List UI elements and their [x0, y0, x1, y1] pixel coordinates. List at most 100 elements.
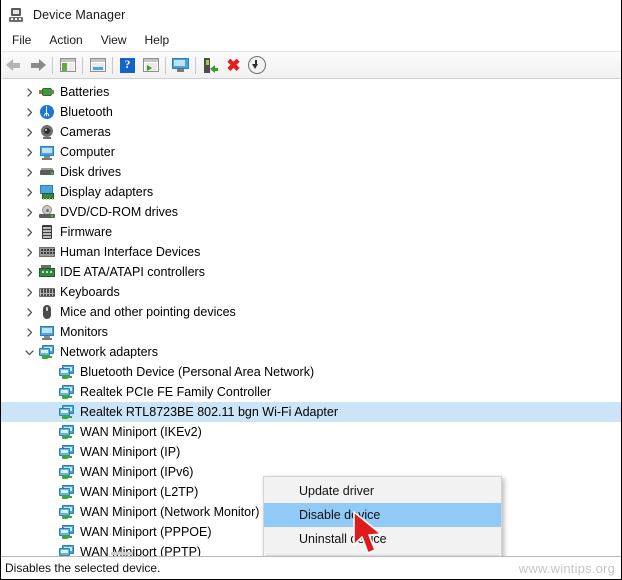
monitor-icon — [39, 324, 55, 340]
menu-action[interactable]: Action — [40, 31, 91, 49]
tree-item-icon — [58, 404, 75, 420]
back-button[interactable] — [3, 54, 26, 77]
camera-icon — [39, 124, 55, 140]
horizontal-scrollbar-thumb[interactable] — [111, 552, 133, 555]
chevron-right-icon[interactable] — [21, 227, 38, 237]
status-text: Disables the selected device. — [5, 561, 161, 575]
tree-item[interactable]: Disk drives — [1, 162, 621, 182]
properties-window-icon — [89, 58, 106, 72]
console-tree-icon — [59, 58, 76, 72]
tree-item[interactable]: Network adapters — [1, 342, 621, 362]
update-driver-icon — [203, 57, 218, 73]
chevron-right-icon[interactable] — [21, 307, 38, 317]
context-menu[interactable]: Update driver Disable device Uninstall d… — [263, 476, 502, 556]
show-hide-action-pane-button[interactable] — [139, 54, 162, 77]
menu-file[interactable]: File — [3, 31, 40, 49]
keyboard-icon — [38, 284, 55, 300]
hid-icon — [38, 244, 55, 260]
tree-item[interactable]: Batteries — [1, 82, 621, 102]
tree-item-label: Monitors — [60, 324, 108, 339]
tree-item[interactable]: ᛦ Bluetooth — [1, 102, 621, 122]
red-x-icon: ✖ — [226, 55, 241, 75]
display-adapter-icon — [39, 184, 55, 200]
network-adapter-icon — [58, 524, 75, 540]
bluetooth-icon: ᛦ — [39, 104, 55, 120]
tree-item-icon — [38, 124, 55, 140]
tree-item[interactable]: IDE ATA/ATAPI controllers — [1, 262, 621, 282]
watermark-text: www.wintips.org — [518, 560, 615, 576]
toolbar-separator — [112, 56, 113, 74]
update-driver-button[interactable] — [199, 54, 222, 77]
chevron-right-icon[interactable] — [21, 167, 38, 177]
tree-item-label: IDE ATA/ATAPI controllers — [60, 264, 205, 279]
window-title: Device Manager — [33, 7, 126, 22]
mouse-icon — [39, 304, 55, 320]
scan-for-hardware-changes-button[interactable] — [169, 54, 192, 77]
tree-item-label: Display adapters — [60, 184, 154, 199]
tree-item-icon — [58, 424, 75, 440]
context-menu-item-disable-device[interactable]: Disable device — [264, 503, 501, 527]
device-tree-area[interactable]: Batteries ᛦ Bluetooth Cameras Computer Disk d… — [1, 79, 621, 556]
tree-item[interactable]: Mice and other pointing devices — [1, 302, 621, 322]
tree-item-label: Realtek PCIe FE Family Controller — [80, 384, 272, 399]
network-adapter-icon — [38, 344, 55, 360]
tree-item[interactable]: Display adapters — [1, 182, 621, 202]
tree-item-icon — [58, 484, 75, 500]
context-menu-item-uninstall-device[interactable]: Uninstall device — [264, 527, 501, 551]
tree-item[interactable]: WAN Miniport (IKEv2) — [1, 422, 621, 442]
back-arrow-icon — [6, 58, 23, 72]
tree-item[interactable]: WAN Miniport (IP) — [1, 442, 621, 462]
chevron-right-icon[interactable] — [21, 287, 38, 297]
toolbar: ? ✖ — [1, 52, 621, 79]
disable-device-button[interactable] — [245, 54, 268, 77]
tree-item-label: Realtek RTL8723BE 802.11 bgn Wi-Fi Adapt… — [80, 404, 339, 419]
chevron-right-icon[interactable] — [21, 327, 38, 337]
forward-button[interactable] — [26, 54, 49, 77]
menu-help[interactable]: Help — [136, 31, 179, 49]
toolbar-separator — [165, 56, 166, 74]
tree-item[interactable]: Realtek PCIe FE Family Controller — [1, 382, 621, 402]
chevron-right-icon[interactable] — [21, 87, 38, 97]
chevron-down-icon[interactable] — [21, 348, 38, 357]
tree-item[interactable]: Realtek RTL8723BE 802.11 bgn Wi-Fi Adapt… — [1, 402, 621, 422]
chevron-right-icon[interactable] — [21, 207, 38, 217]
context-menu-item-update-driver[interactable]: Update driver — [264, 479, 501, 503]
tree-item-icon — [58, 504, 75, 520]
disk-drive-icon — [39, 164, 55, 180]
chevron-right-icon[interactable] — [21, 187, 38, 197]
tree-item[interactable]: Keyboards — [1, 282, 621, 302]
chevron-right-icon[interactable] — [21, 127, 38, 137]
help-button[interactable]: ? — [116, 54, 139, 77]
tree-item[interactable]: Monitors — [1, 322, 621, 342]
monitor-scan-icon — [172, 58, 189, 72]
tree-item-icon — [58, 544, 75, 556]
toolbar-separator — [82, 56, 83, 74]
tree-item[interactable]: Human Interface Devices — [1, 242, 621, 262]
network-adapter-icon — [58, 544, 75, 556]
tree-item[interactable]: Firmware — [1, 222, 621, 242]
tree-item-icon — [38, 84, 55, 100]
tree-item-label: WAN Miniport (PPTP) — [80, 544, 202, 557]
chevron-right-icon[interactable] — [21, 107, 38, 117]
chevron-right-icon[interactable] — [21, 247, 38, 257]
show-hide-console-tree-button[interactable] — [56, 54, 79, 77]
properties-button[interactable] — [86, 54, 109, 77]
uninstall-device-button[interactable]: ✖ — [222, 54, 245, 77]
tree-item[interactable]: Computer — [1, 142, 621, 162]
device-manager-icon — [8, 7, 24, 23]
chevron-right-icon[interactable] — [21, 147, 38, 157]
tree-item-icon — [38, 164, 55, 180]
tree-item-label: WAN Miniport (IKEv2) — [80, 424, 202, 439]
tree-item[interactable]: Cameras — [1, 122, 621, 142]
tree-item-icon — [38, 204, 55, 220]
tree-item-icon — [38, 144, 55, 160]
network-adapter-icon — [58, 444, 75, 460]
menu-view[interactable]: View — [92, 31, 136, 49]
tree-item[interactable]: Bluetooth Device (Personal Area Network) — [1, 362, 621, 382]
chevron-right-icon[interactable] — [21, 267, 38, 277]
forward-arrow-icon — [29, 58, 46, 72]
tree-item-icon — [58, 464, 75, 480]
tree-item-label: DVD/CD-ROM drives — [60, 204, 179, 219]
tree-item-label: WAN Miniport (PPPOE) — [80, 524, 212, 539]
tree-item[interactable]: DVD/CD-ROM drives — [1, 202, 621, 222]
